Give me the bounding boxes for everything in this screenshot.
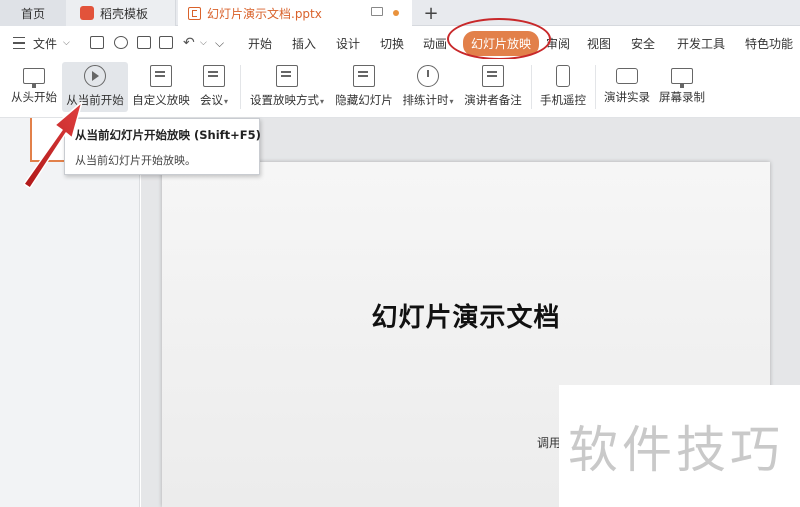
menu-insert[interactable]: 插入 <box>292 27 316 59</box>
rehearse-label-wrap: 排练计时▾ <box>402 93 454 107</box>
red-arrow-annotation <box>23 101 83 189</box>
tab-bar: 首页 稻壳模板 幻灯片演示文档.pptx + <box>0 0 800 26</box>
meeting-label: 会议 <box>199 93 223 107</box>
save-icon[interactable] <box>90 36 104 49</box>
ribbon-divider <box>531 65 532 109</box>
tab-document-label: 幻灯片演示文档.pptx <box>207 6 322 21</box>
screen-record-label: 屏幕录制 <box>659 90 705 104</box>
hamburger-menu-icon[interactable] <box>12 27 26 59</box>
presentation-file-icon <box>188 6 201 20</box>
menu-transition-label: 切换 <box>380 36 405 51</box>
menu-features-label: 特色功能 <box>745 36 794 51</box>
setup-show-icon <box>276 65 298 87</box>
menu-security[interactable]: 安全 <box>631 27 655 59</box>
custom-show-button[interactable]: 自定义放映 <box>132 62 190 112</box>
projector-screen-icon <box>23 68 45 88</box>
menu-developer-label: 开发工具 <box>677 36 726 51</box>
plus-icon: + <box>423 2 439 24</box>
menu-start-label: 开始 <box>248 36 273 51</box>
menu-features[interactable]: 特色功能 <box>745 27 793 59</box>
phone-remote-button[interactable]: 手机遥控 <box>538 62 588 112</box>
print-icon[interactable] <box>137 36 151 49</box>
tab-home-label: 首页 <box>20 6 45 21</box>
menu-start[interactable]: 开始 <box>248 27 272 59</box>
menu-design-label: 设计 <box>336 36 361 51</box>
screen-record-icon <box>671 68 693 88</box>
undo-icon[interactable]: ↶ <box>183 27 195 59</box>
slide-subtitle[interactable]: 调用 <box>537 434 561 451</box>
redo-icon[interactable]: ⌵ <box>215 27 224 59</box>
highlight-ring <box>447 18 551 60</box>
menu-transition[interactable]: 切换 <box>380 27 404 59</box>
play-icon <box>84 65 106 87</box>
setup-show-label: 设置放映方式 <box>249 93 319 107</box>
tooltip-title: 从当前幻灯片开始放映 (Shift+F5) <box>75 128 261 142</box>
rehearse-button[interactable]: 排练计时▾ <box>400 62 456 112</box>
file-menu[interactable]: 文件 ⌵ <box>33 27 70 59</box>
meeting-icon <box>203 65 225 87</box>
tab-document[interactable]: 幻灯片演示文档.pptx <box>178 0 412 26</box>
watermark-text: 软件技巧 <box>568 421 784 479</box>
phone-icon <box>556 65 570 87</box>
menu-bar: 文件 ⌵ ↶ ⌵ ⌵ 开始 插入 设计 切换 动画 幻灯片放映 审阅 视图 安全 … <box>0 27 800 59</box>
meeting-label-wrap: 会议▾ <box>199 93 228 107</box>
stopwatch-icon <box>417 65 439 87</box>
ribbon-divider <box>240 65 241 109</box>
menu-design[interactable]: 设计 <box>336 27 360 59</box>
speaker-notes-button[interactable]: 演讲者备注 <box>463 62 523 112</box>
new-tab-button[interactable]: + <box>420 0 442 26</box>
slide-title[interactable]: 幻灯片演示文档 <box>162 297 770 334</box>
custom-show-label: 自定义放映 <box>132 93 190 107</box>
tab-template[interactable]: 稻壳模板 <box>66 0 176 26</box>
hide-slide-label: 隐藏幻灯片 <box>335 93 393 107</box>
tab-home[interactable]: 首页 <box>0 0 66 26</box>
record-show-label: 演讲实录 <box>604 90 650 104</box>
menu-view[interactable]: 视图 <box>587 27 611 59</box>
setup-show-button[interactable]: 设置放映方式▾ <box>247 62 327 112</box>
tooltip-description: 从当前幻灯片开始放映。 <box>75 154 196 167</box>
tooltip: 从当前幻灯片开始放映 (Shift+F5) 从当前幻灯片开始放映。 <box>64 118 261 175</box>
screen-record-button[interactable]: 屏幕录制 <box>657 62 707 112</box>
ribbon-toolbar: 从头开始 从当前开始 自定义放映 会议▾ 设置放映方式▾ 隐藏幻灯片 排练计时▾… <box>0 59 800 118</box>
tab-template-label: 稻壳模板 <box>100 6 149 21</box>
print-preview-icon[interactable] <box>159 36 173 49</box>
setup-show-label-wrap: 设置放映方式▾ <box>249 93 324 107</box>
meeting-button[interactable]: 会议▾ <box>196 62 232 112</box>
monitor-icon[interactable] <box>371 7 383 16</box>
phone-remote-label: 手机遥控 <box>540 93 586 107</box>
docer-logo-icon <box>80 6 94 20</box>
menu-view-label: 视图 <box>587 36 612 51</box>
export-icon[interactable] <box>114 36 128 49</box>
menu-security-label: 安全 <box>631 36 656 51</box>
menu-developer[interactable]: 开发工具 <box>677 27 725 59</box>
ribbon-divider <box>595 65 596 109</box>
file-menu-label: 文件 <box>33 36 58 51</box>
undo-dropdown-icon[interactable]: ⌵ <box>200 27 207 59</box>
speaker-notes-icon <box>482 65 504 87</box>
menu-animation-label: 动画 <box>423 36 448 51</box>
rehearse-label: 排练计时 <box>402 93 449 107</box>
record-show-button[interactable]: 演讲实录 <box>602 62 652 112</box>
menu-animation[interactable]: 动画 <box>423 27 447 59</box>
video-camera-icon <box>616 68 638 84</box>
hide-slide-icon <box>353 65 375 87</box>
menu-insert-label: 插入 <box>292 36 317 51</box>
unsaved-dot-icon <box>393 10 399 16</box>
custom-show-icon <box>150 65 172 87</box>
speaker-notes-label: 演讲者备注 <box>464 93 522 107</box>
hide-slide-button[interactable]: 隐藏幻灯片 <box>334 62 394 112</box>
